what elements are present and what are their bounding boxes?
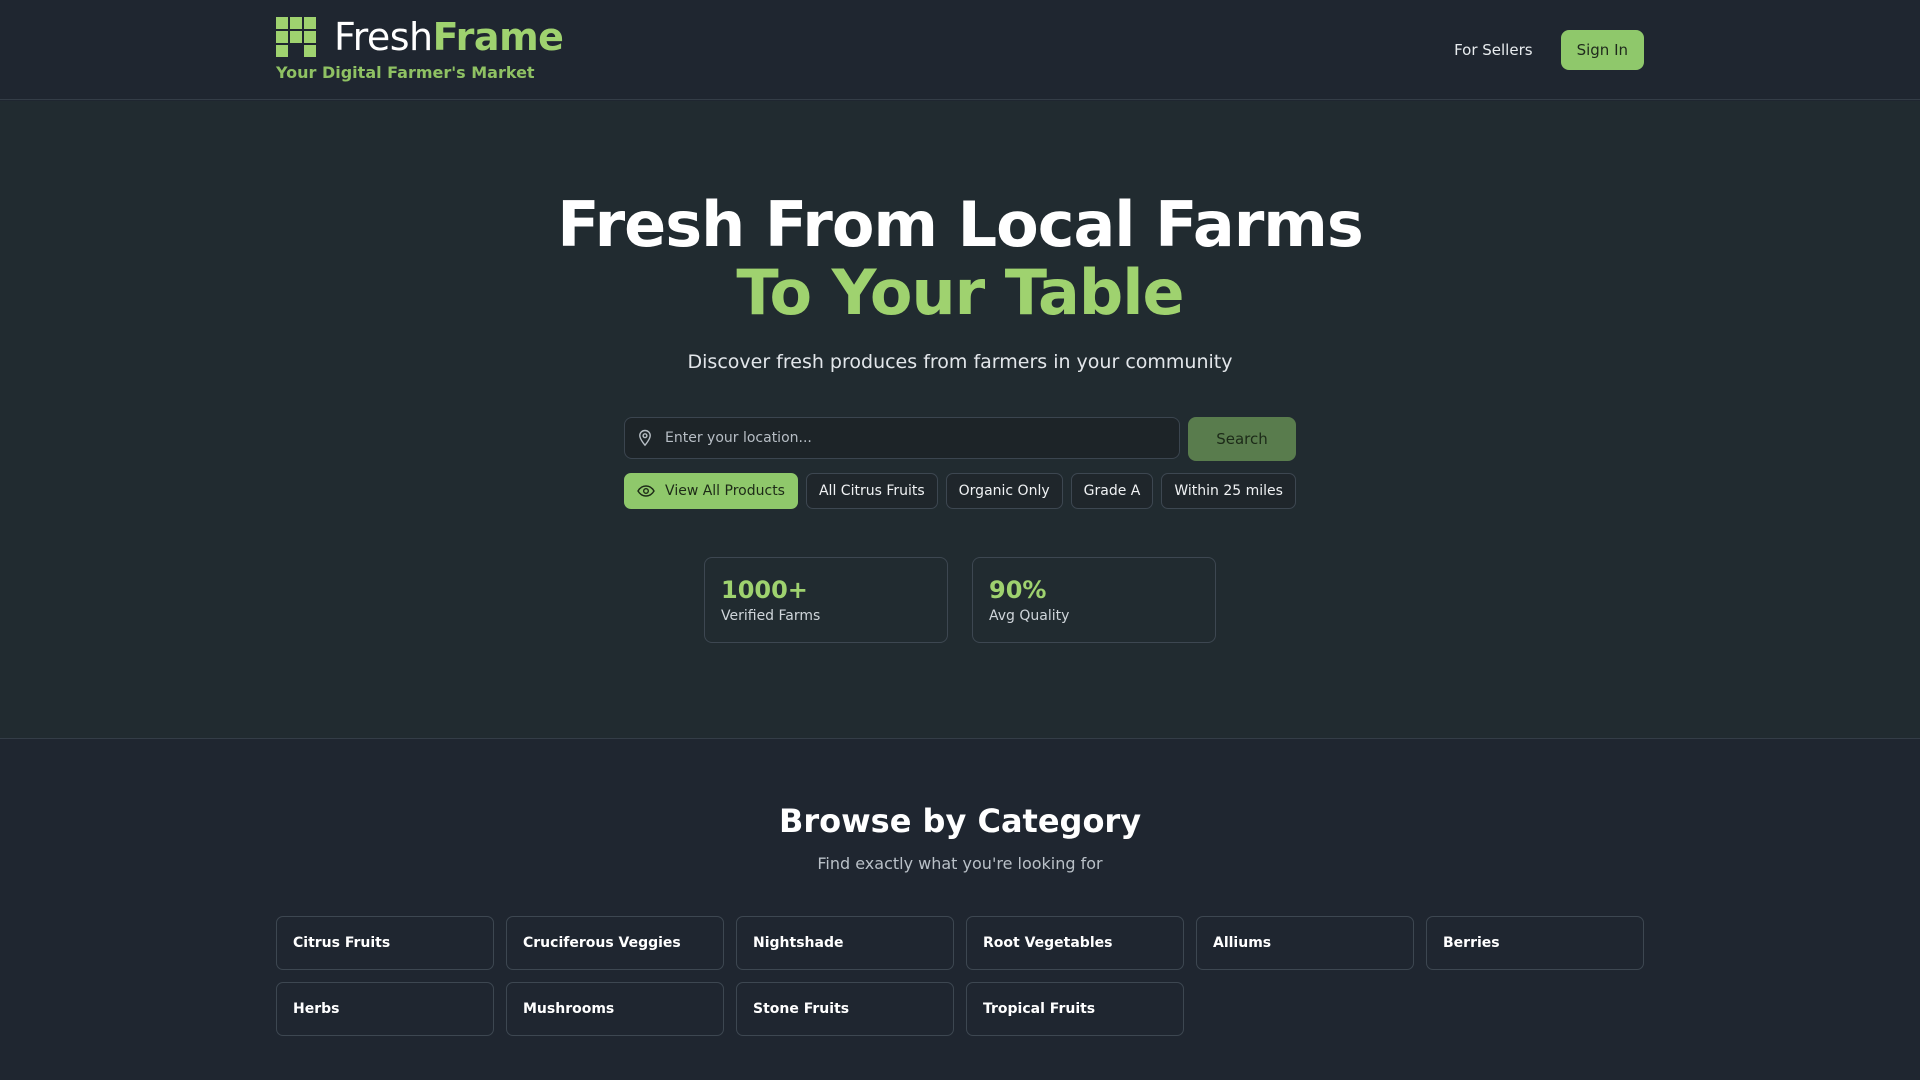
tagline: Your Digital Farmer's Market bbox=[276, 63, 535, 82]
filter-organic-only[interactable]: Organic Only bbox=[945, 473, 1063, 509]
category-alliums[interactable]: Alliums bbox=[1196, 916, 1414, 970]
filter-grade-a[interactable]: Grade A bbox=[1070, 473, 1154, 509]
logo-text: FreshFrame bbox=[334, 15, 564, 59]
hero-title-line1: Fresh From Local Farms bbox=[557, 188, 1364, 261]
stat-card-farms: 1000+ Verified Farms bbox=[704, 557, 948, 643]
logo-text-part2: Frame bbox=[432, 15, 564, 59]
location-search-box[interactable] bbox=[624, 417, 1180, 459]
location-input[interactable] bbox=[665, 418, 1165, 458]
logo-mark-icon bbox=[276, 17, 316, 57]
for-sellers-link[interactable]: For Sellers bbox=[1454, 41, 1533, 59]
filter-chips: View All Products All Citrus Fruits Orga… bbox=[0, 473, 1920, 509]
stat-value: 1000+ bbox=[721, 576, 808, 604]
category-nightshade[interactable]: Nightshade bbox=[736, 916, 954, 970]
browse-section: Browse by Category Find exactly what you… bbox=[0, 740, 1920, 1080]
hero-subtitle: Discover fresh produces from farmers in … bbox=[687, 351, 1233, 373]
browse-subtitle: Find exactly what you're looking for bbox=[817, 854, 1103, 873]
category-root-vegetables[interactable]: Root Vegetables bbox=[966, 916, 1184, 970]
eye-icon bbox=[637, 485, 655, 497]
category-mushrooms[interactable]: Mushrooms bbox=[506, 982, 724, 1036]
category-berries[interactable]: Berries bbox=[1426, 916, 1644, 970]
category-stone-fruits[interactable]: Stone Fruits bbox=[736, 982, 954, 1036]
stat-label: Verified Farms bbox=[721, 608, 821, 624]
category-cruciferous-veggies[interactable]: Cruciferous Veggies bbox=[506, 916, 724, 970]
hero-section: Fresh From Local Farms To Your Table Dis… bbox=[0, 101, 1920, 739]
browse-title: Browse by Category bbox=[778, 802, 1142, 840]
filter-view-all-products[interactable]: View All Products bbox=[624, 473, 798, 509]
brand[interactable]: FreshFrame Your Digital Farmer's Market bbox=[276, 15, 564, 82]
location-pin-icon bbox=[639, 429, 651, 447]
category-tropical-fruits[interactable]: Tropical Fruits bbox=[966, 982, 1184, 1036]
category-herbs[interactable]: Herbs bbox=[276, 982, 494, 1036]
top-header: FreshFrame Your Digital Farmer's Market … bbox=[0, 0, 1920, 100]
filter-label: View All Products bbox=[665, 483, 785, 499]
stat-card-quality: 90% Avg Quality bbox=[972, 557, 1216, 643]
header-nav: For Sellers Sign In bbox=[1454, 30, 1644, 70]
filter-all-citrus-fruits[interactable]: All Citrus Fruits bbox=[805, 473, 938, 509]
logo-text-part1: Fresh bbox=[334, 15, 433, 59]
hero-title-line2: To Your Table bbox=[736, 256, 1184, 329]
category-citrus-fruits[interactable]: Citrus Fruits bbox=[276, 916, 494, 970]
stats-row: 1000+ Verified Farms 90% Avg Quality bbox=[0, 557, 1920, 643]
category-grid: Citrus Fruits Cruciferous Veggies Nights… bbox=[276, 916, 1644, 1036]
sign-in-button[interactable]: Sign In bbox=[1560, 30, 1644, 70]
location-search: Search bbox=[624, 417, 1296, 461]
stat-value: 90% bbox=[989, 576, 1047, 604]
hero-title: Fresh From Local Farms To Your Table bbox=[0, 191, 1920, 327]
search-button[interactable]: Search bbox=[1188, 417, 1296, 461]
stat-label: Avg Quality bbox=[989, 608, 1070, 624]
filter-within-25-miles[interactable]: Within 25 miles bbox=[1161, 473, 1296, 509]
